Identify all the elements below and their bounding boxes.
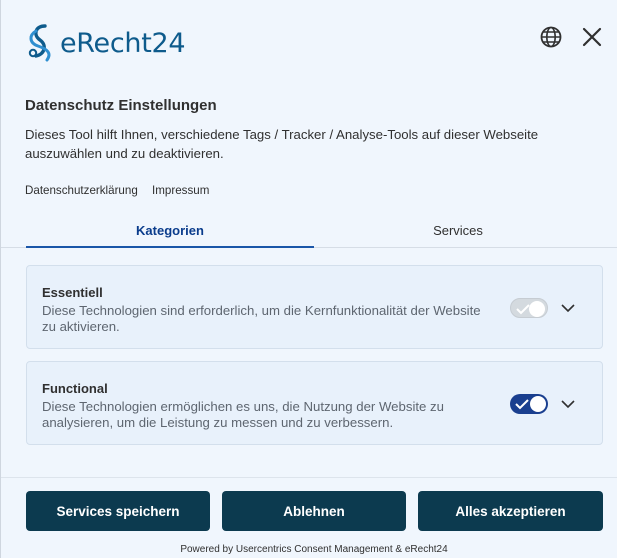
footer: Services speichern Ablehnen Alles akzept… (1, 477, 617, 558)
powered-by: Powered by Usercentrics Consent Manageme… (180, 544, 448, 555)
close-button[interactable] (580, 25, 604, 49)
category-card-essential: Essentiell Diese Technologien sind erfor… (26, 265, 603, 349)
tab-categories[interactable]: Kategorien (26, 218, 314, 248)
functional-toggle[interactable] (510, 394, 548, 414)
deny-button[interactable]: Ablehnen (222, 491, 406, 531)
accept-all-button[interactable]: Alles akzeptieren (418, 491, 603, 531)
logo: eRecht24 (25, 22, 186, 64)
dialog-description: Dieses Tool hilft Ihnen, verschiedene Ta… (25, 127, 539, 161)
chevron-down-icon[interactable] (560, 300, 576, 316)
category-title: Functional (42, 381, 108, 396)
category-card-functional: Functional Diese Technologien ermögliche… (26, 361, 603, 445)
legal-links: Datenschutzerklärung Impressum (25, 184, 220, 197)
toggle-knob (530, 396, 546, 412)
dialog-title: Datenschutz Einstellungen (25, 97, 217, 114)
globe-icon (540, 26, 562, 48)
category-title: Essentiell (42, 285, 103, 300)
save-services-button[interactable]: Services speichern (26, 491, 210, 531)
privacy-policy-link[interactable]: Datenschutzerklärung (25, 184, 138, 197)
category-description: Diese Technologien sind erforderlich, um… (42, 303, 481, 334)
imprint-link[interactable]: Impressum (152, 184, 209, 197)
erecht24-logo-mark (28, 24, 51, 62)
tab-services[interactable]: Services (314, 218, 602, 248)
check-icon (515, 399, 529, 410)
toggle-knob (529, 301, 545, 317)
category-description: Diese Technologien ermöglichen es uns, d… (42, 399, 444, 430)
check-icon (516, 304, 530, 315)
close-icon (582, 27, 602, 47)
chevron-down-icon[interactable] (560, 396, 576, 412)
tab-bar: Kategorien Services (1, 218, 617, 248)
language-button[interactable] (539, 25, 563, 49)
essential-toggle[interactable] (510, 298, 548, 318)
consent-dialog: eRecht24 Datenschutz Einstellungen Diese… (0, 0, 617, 558)
logo-text: eRecht24 (60, 27, 186, 59)
